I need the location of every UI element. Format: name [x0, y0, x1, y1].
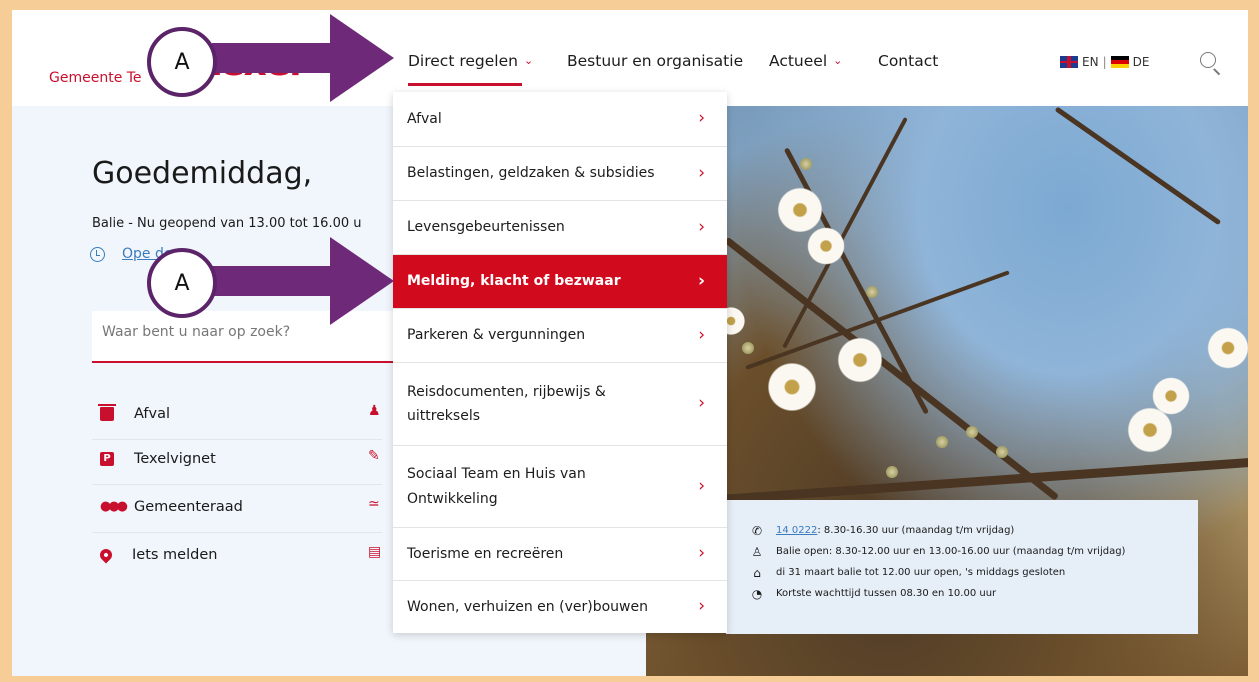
- chevron-right-icon: ›: [698, 475, 705, 496]
- nav-label: Actueel: [769, 52, 828, 70]
- dropdown-item-label: Sociaal Team en Huis van Ontwikkeling: [407, 466, 586, 507]
- nav-direct-regelen[interactable]: Direct regelen ⌄: [408, 52, 533, 70]
- dropdown-item-levensgebeurtenissen[interactable]: Levensgebeurtenissen ›: [393, 201, 727, 255]
- search-icon[interactable]: [1198, 50, 1224, 76]
- uk-flag-icon[interactable]: [1060, 56, 1078, 68]
- quick-link-texelvignet[interactable]: P Texelvignet: [100, 451, 216, 467]
- map-pin-icon: [97, 546, 115, 564]
- chevron-right-icon: ›: [698, 108, 705, 129]
- swim-icon[interactable]: ≃: [368, 496, 380, 512]
- direct-regelen-dropdown: Afval › Belastingen, geldzaken & subsidi…: [393, 92, 727, 633]
- quick-link-label: Texelvignet: [134, 451, 216, 467]
- balie-status: Balie - Nu geopend van 13.00 tot 16.00 u: [92, 216, 362, 231]
- dropdown-item-label: Toerisme en recreëren: [407, 545, 564, 562]
- annotation-badge: A: [147, 27, 217, 97]
- divider: [92, 484, 382, 485]
- lang-separator: |: [1102, 55, 1107, 69]
- person-icon[interactable]: ♟: [368, 403, 381, 419]
- lang-de[interactable]: DE: [1133, 55, 1150, 69]
- contact-info-box: ✆ 14 0222: 8.30-16.30 uur (maandag t/m v…: [726, 500, 1198, 634]
- dropdown-item-parkeren[interactable]: Parkeren & vergunningen ›: [393, 309, 727, 363]
- annotation-arrow-head: [330, 237, 394, 325]
- dropdown-item-label: Levensgebeurtenissen: [407, 219, 565, 236]
- wait-text: Kortste wachttijd tussen 08.30 en 10.00 …: [776, 588, 997, 599]
- quick-link-label: Afval: [134, 406, 171, 422]
- nav-active-indicator: [408, 83, 522, 86]
- annotation-arrow-shaft: [212, 266, 342, 296]
- phone-icon: ✆: [751, 523, 763, 538]
- dropdown-item-belastingen[interactable]: Belastingen, geldzaken & subsidies ›: [393, 147, 727, 201]
- edit-icon[interactable]: ✎: [368, 448, 380, 464]
- dropdown-item-label: Parkeren & vergunningen: [407, 327, 586, 344]
- language-switcher: EN | DE: [1060, 55, 1149, 69]
- chevron-right-icon: ›: [698, 324, 705, 345]
- info-phone: ✆ 14 0222: 8.30-16.30 uur (maandag t/m v…: [750, 520, 1198, 541]
- nav-label: Contact: [878, 52, 939, 70]
- brand-name[interactable]: Gemeente Te: [49, 70, 142, 86]
- phone-link[interactable]: 14 0222: [776, 525, 817, 536]
- dropdown-item-toerisme[interactable]: Toerisme en recreëren ›: [393, 528, 727, 581]
- dropdown-item-reisdocumenten[interactable]: Reisdocumenten, rijbewijs & uittreksels …: [393, 363, 727, 446]
- info-notice: ⌂ di 31 maart balie tot 12.00 uur open, …: [750, 562, 1198, 583]
- dropdown-item-label: Reisdocumenten, rijbewijs & uittreksels: [407, 383, 606, 425]
- quick-link-afval[interactable]: Afval: [98, 404, 171, 422]
- annotation-arrow-head: [330, 14, 394, 102]
- chevron-right-icon: ›: [698, 216, 705, 237]
- quick-link-gemeenteraad[interactable]: ●●● Gemeenteraad: [100, 499, 243, 515]
- phone-hours: : 8.30-16.30 uur (maandag t/m vrijdag): [817, 525, 1015, 536]
- nav-bestuur-en-organisatie[interactable]: Bestuur en organisatie: [567, 52, 743, 70]
- nav-label: Bestuur en organisatie: [567, 52, 744, 70]
- dropdown-item-label: Melding, klacht of bezwaar: [407, 273, 621, 290]
- quick-link-iets-melden[interactable]: Iets melden: [97, 546, 218, 564]
- list-icon[interactable]: ▤: [368, 544, 381, 560]
- dropdown-item-afval[interactable]: Afval ›: [393, 92, 727, 147]
- de-flag-icon[interactable]: [1110, 56, 1129, 68]
- dropdown-item-sociaal-team[interactable]: Sociaal Team en Huis van Ontwikkeling ›: [393, 446, 727, 528]
- quick-link-label: Iets melden: [132, 547, 218, 563]
- annotation-arrow-shaft: [212, 43, 342, 73]
- divider: [92, 439, 382, 440]
- dropdown-item-wonen[interactable]: Wonen, verhuizen en (ver)bouwen ›: [393, 581, 727, 633]
- info-wait: ◔ Kortste wachttijd tussen 08.30 en 10.0…: [750, 583, 1198, 604]
- chevron-down-icon: ⌄: [523, 54, 534, 67]
- greeting-heading: Goedemiddag,: [92, 156, 313, 191]
- people-icon: ●●●: [100, 499, 128, 514]
- chevron-right-icon: ›: [698, 543, 705, 564]
- nav-actueel[interactable]: Actueel ⌄: [769, 52, 842, 70]
- clock-icon: [90, 247, 105, 262]
- notice-text: di 31 maart balie tot 12.00 uur open, 's…: [776, 567, 1066, 578]
- dropdown-item-label: Afval: [407, 110, 442, 127]
- nav-label: Direct regelen: [408, 52, 518, 70]
- divider: [92, 532, 382, 533]
- chevron-right-icon: ›: [698, 162, 705, 183]
- chevron-right-icon: ›: [698, 596, 705, 617]
- trash-icon: [98, 404, 116, 421]
- quick-link-label: Gemeenteraad: [134, 499, 243, 515]
- screenshot-frame: Gemeente Te texel Direct regelen⌄ Bestuu…: [12, 10, 1248, 676]
- dropdown-item-label: Belastingen, geldzaken & subsidies: [407, 165, 655, 182]
- parking-icon: P: [100, 452, 114, 466]
- chevron-down-icon: ⌄: [833, 54, 843, 67]
- chevron-right-icon: ›: [698, 393, 705, 414]
- dropdown-item-melding[interactable]: Melding, klacht of bezwaar ›: [393, 255, 727, 309]
- balie-open-text: Balie open: 8.30-12.00 uur en 13.00-16.0…: [776, 546, 1126, 557]
- info-balie: ♙ Balie open: 8.30-12.00 uur en 13.00-16…: [750, 541, 1198, 562]
- chevron-right-icon: ›: [697, 270, 705, 291]
- nav-contact[interactable]: Contact: [878, 52, 938, 70]
- dropdown-item-label: Wonen, verhuizen en (ver)bouwen: [407, 598, 648, 615]
- house-lock-icon: ⌂: [753, 565, 761, 580]
- lang-en[interactable]: EN: [1082, 55, 1099, 69]
- annotation-badge: A: [147, 248, 217, 318]
- person-clock-icon: ◔: [751, 586, 763, 601]
- person-desk-icon: ♙: [751, 544, 763, 559]
